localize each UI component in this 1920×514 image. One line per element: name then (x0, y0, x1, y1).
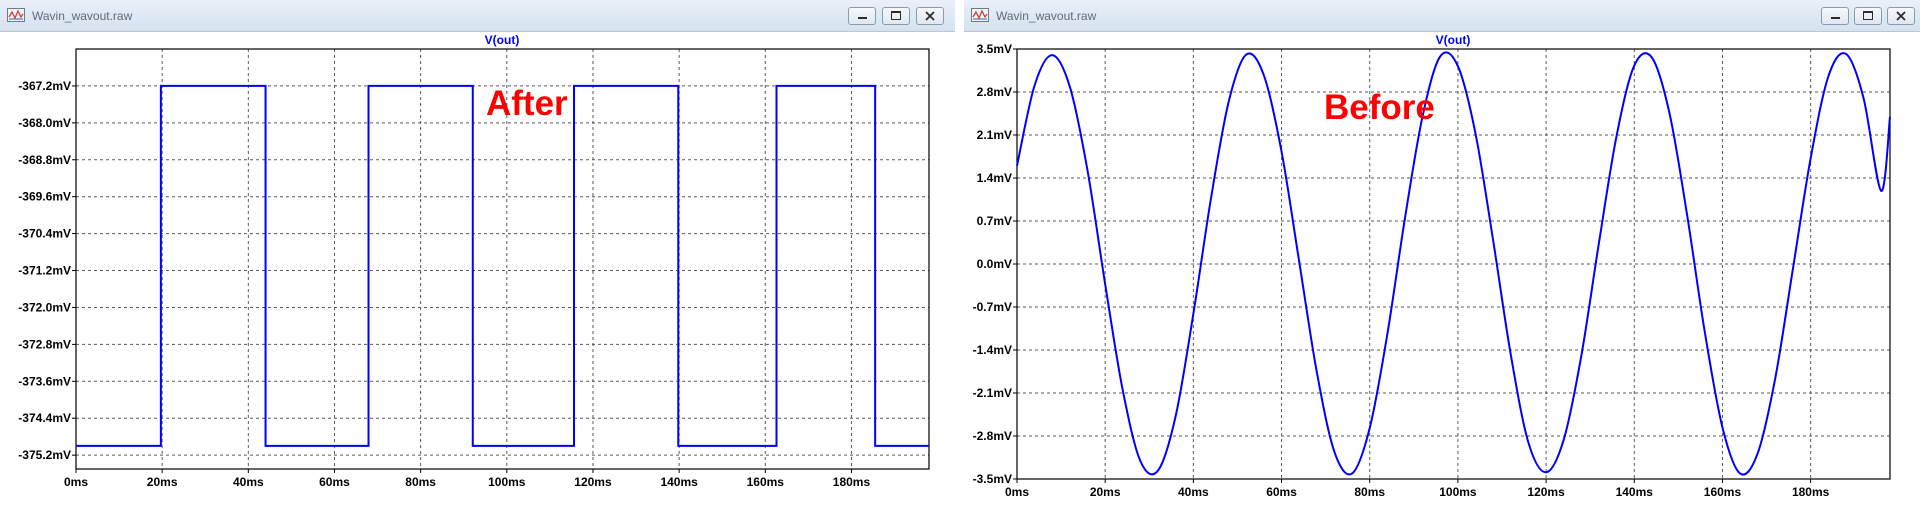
y-tick-label: -3.5mV (973, 472, 1012, 486)
y-tick-label: -2.8mV (973, 429, 1012, 443)
y-tick-label: -1.4mV (973, 343, 1012, 357)
x-tick-label: 140ms (1616, 485, 1654, 499)
x-tick-label: 80ms (1354, 485, 1385, 499)
y-tick-label: 3.5mV (977, 42, 1012, 56)
y-tick-label: -371.2mV (18, 264, 71, 278)
x-tick-label: 180ms (1792, 485, 1830, 499)
y-tick-label: -373.6mV (18, 374, 71, 388)
x-tick-label: 160ms (747, 475, 785, 489)
waveform-app-icon (7, 8, 25, 22)
waveform-app-icon (971, 8, 989, 22)
y-tick-label: -369.6mV (18, 190, 71, 204)
y-tick-label: -368.8mV (18, 153, 71, 167)
window-title: Wavin_wavout.raw (32, 9, 133, 23)
x-tick-label: 20ms (147, 475, 178, 489)
x-tick-label: 100ms (488, 475, 526, 489)
minimize-button[interactable] (848, 7, 876, 25)
minimize-icon (1831, 17, 1840, 19)
close-icon (925, 11, 935, 21)
close-button[interactable] (1887, 7, 1915, 25)
y-tick-label: -368.0mV (18, 116, 71, 130)
y-tick-label: -372.0mV (18, 300, 71, 314)
y-tick-label: 0.7mV (977, 214, 1012, 228)
y-tick-label: -367.2mV (18, 79, 71, 93)
window-titlebar[interactable]: Wavin_wavout.raw (0, 0, 955, 32)
x-tick-label: 80ms (405, 475, 436, 489)
x-tick-label: 60ms (1266, 485, 1297, 499)
chart-annotation: Before (1324, 88, 1435, 127)
y-tick-label: -0.7mV (973, 300, 1012, 314)
window-title: Wavin_wavout.raw (996, 9, 1097, 23)
minimize-button[interactable] (1821, 7, 1849, 25)
waveform-chart-before[interactable]: 0ms 20ms 40ms 60ms 80ms 100ms 120ms 140ms 160ms 1… (964, 31, 1920, 514)
y-tick-label: -374.4mV (18, 411, 71, 425)
y-tick-label: 1.4mV (977, 171, 1012, 185)
x-tick-label: 180ms (833, 475, 871, 489)
close-button[interactable] (916, 7, 944, 25)
x-tick-label: 140ms (660, 475, 698, 489)
maximize-button[interactable] (1854, 7, 1882, 25)
x-tick-label: 100ms (1439, 485, 1477, 499)
waveform-window-after: Wavin_wavout.raw 0ms 20ms 40ms 60ms 80ms 100m… (0, 0, 955, 514)
x-tick-label: 0ms (1005, 485, 1029, 499)
y-tick-label: 0.0mV (977, 257, 1012, 271)
x-tick-label: 60ms (319, 475, 350, 489)
plot-area[interactable]: 0ms 20ms 40ms 60ms 80ms 100ms 120ms 140ms 160ms 1… (0, 31, 955, 514)
plot-background (1017, 49, 1890, 479)
x-tick-label: 40ms (233, 475, 264, 489)
y-tick-label: 2.8mV (977, 85, 1012, 99)
maximize-icon (891, 11, 901, 20)
x-tick-label: 0ms (64, 475, 88, 489)
minimize-icon (858, 17, 867, 19)
waveform-chart-after[interactable]: 0ms 20ms 40ms 60ms 80ms 100ms 120ms 140ms 160ms 1… (0, 31, 955, 514)
maximize-icon (1863, 11, 1873, 20)
x-tick-label: 40ms (1178, 485, 1209, 499)
chart-title: V(out) (485, 33, 520, 47)
window-gap (955, 0, 964, 514)
y-tick-label: -372.8mV (18, 337, 71, 351)
x-tick-label: 120ms (1527, 485, 1565, 499)
chart-annotation: After (486, 84, 568, 123)
x-tick-label: 160ms (1704, 485, 1742, 499)
y-tick-label: -370.4mV (18, 227, 71, 241)
close-icon (1896, 11, 1906, 21)
maximize-button[interactable] (882, 7, 910, 25)
waveform-window-before: Wavin_wavout.raw 0ms 20ms 40ms 60ms 80ms 100m… (964, 0, 1920, 514)
y-tick-label: -2.1mV (973, 386, 1012, 400)
y-tick-label: -375.2mV (18, 448, 71, 462)
x-tick-label: 20ms (1090, 485, 1121, 499)
plot-area[interactable]: 0ms 20ms 40ms 60ms 80ms 100ms 120ms 140ms 160ms 1… (964, 31, 1920, 514)
y-tick-label: 2.1mV (977, 128, 1012, 142)
window-titlebar[interactable]: Wavin_wavout.raw (964, 0, 1920, 32)
chart-title: V(out) (1436, 33, 1471, 47)
x-tick-label: 120ms (574, 475, 612, 489)
